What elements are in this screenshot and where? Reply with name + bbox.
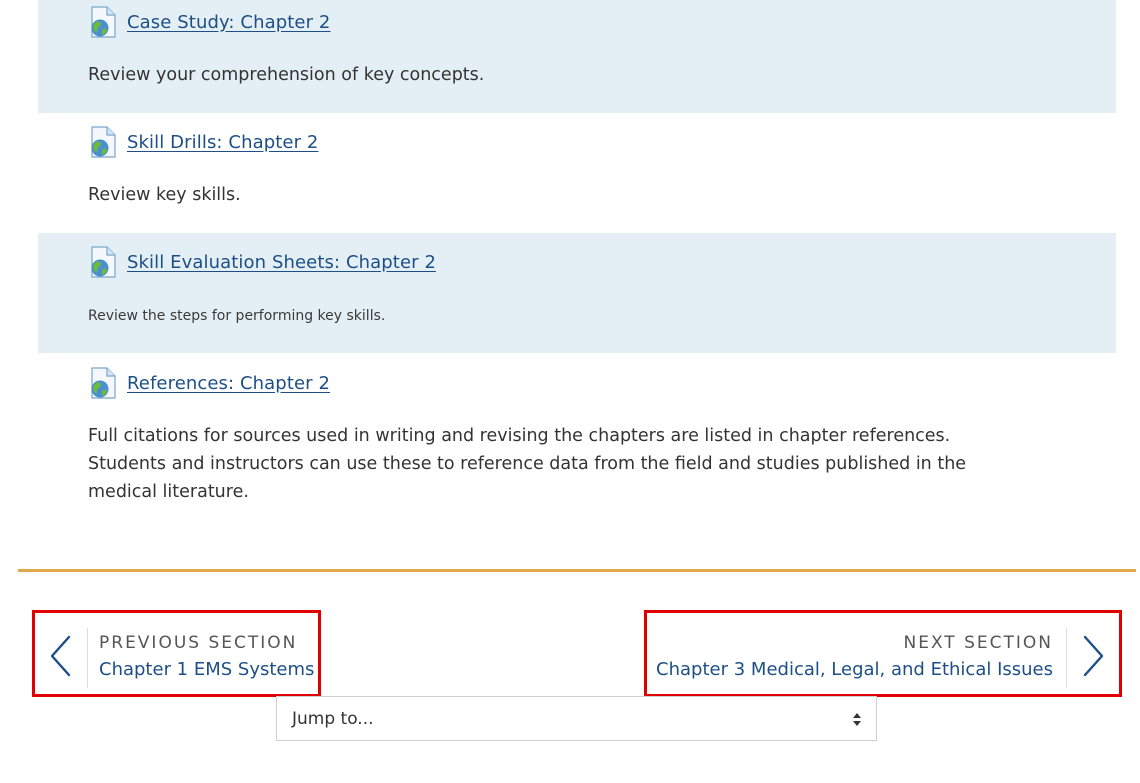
activity-skill-drills: Skill Drills: Chapter 2 Review key skill… [38, 113, 1116, 233]
previous-section-link[interactable]: Chapter 1 EMS Systems [99, 659, 314, 680]
activity-description: Full citations for sources used in writi… [88, 426, 967, 502]
activity-link[interactable]: Skill Drills: Chapter 2 [127, 132, 318, 153]
jump-to-selected-value: Jump to... [292, 708, 374, 729]
previous-section-nav[interactable]: PREVIOUS SECTION Chapter 1 EMS Systems [32, 610, 321, 697]
section-divider [18, 569, 1136, 572]
url-globe-icon[interactable] [88, 367, 118, 399]
url-globe-icon[interactable] [88, 6, 118, 38]
next-section-link[interactable]: Chapter 3 Medical, Legal, and Ethical Is… [656, 659, 1053, 680]
activity-header: Case Study: Chapter 2 [88, 6, 330, 38]
chevron-right-icon [1081, 635, 1105, 681]
course-section-page: Case Study: Chapter 2 Review your compre… [0, 0, 1140, 783]
next-section-label: NEXT SECTION [903, 633, 1053, 653]
url-globe-icon[interactable] [88, 126, 118, 158]
chevron-left-icon [49, 635, 73, 681]
next-section-nav[interactable]: NEXT SECTION Chapter 3 Medical, Legal, a… [644, 610, 1122, 697]
activity-description: Review the steps for performing key skil… [88, 308, 386, 324]
activity-skill-evaluation-sheets: Skill Evaluation Sheets: Chapter 2 Revie… [38, 233, 1116, 353]
url-globe-icon[interactable] [88, 246, 118, 278]
activity-header: Skill Drills: Chapter 2 [88, 126, 318, 158]
activity-description: Review key skills. [88, 185, 241, 205]
activity-link[interactable]: Case Study: Chapter 2 [127, 12, 330, 33]
activity-case-study: Case Study: Chapter 2 Review your compre… [38, 0, 1116, 113]
next-arrow-button[interactable] [1066, 628, 1119, 688]
sort-caret-icon [852, 710, 862, 728]
jump-to-select[interactable]: Jump to... [276, 696, 877, 741]
activity-references: References: Chapter 2 Full citations for… [38, 353, 1116, 523]
activity-header: References: Chapter 2 [88, 367, 330, 399]
previous-arrow-button[interactable] [35, 628, 88, 688]
activity-link[interactable]: References: Chapter 2 [127, 373, 330, 394]
previous-section-label: PREVIOUS SECTION [99, 633, 298, 653]
activity-header: Skill Evaluation Sheets: Chapter 2 [88, 246, 436, 278]
activity-description: Review your comprehension of key concept… [88, 65, 485, 85]
activity-link[interactable]: Skill Evaluation Sheets: Chapter 2 [127, 252, 436, 273]
